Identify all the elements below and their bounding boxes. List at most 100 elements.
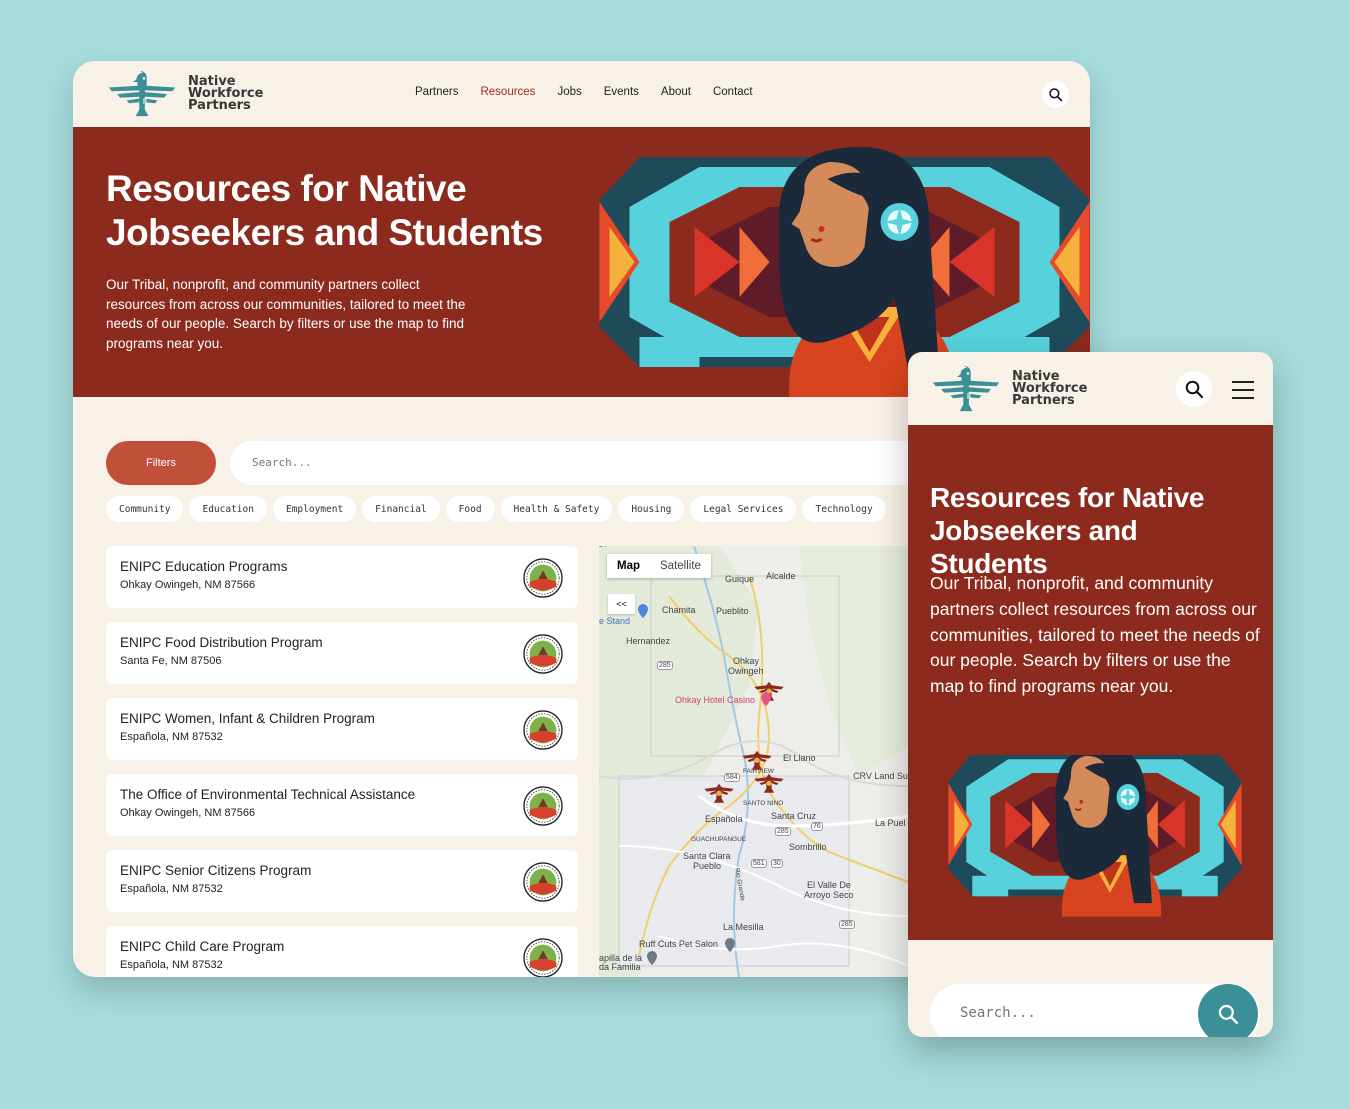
map-road-label: 285 — [775, 827, 791, 836]
map-poi-label: e Stand — [599, 616, 631, 626]
result-title: ENIPC Women, Infant & Children Program — [120, 711, 375, 726]
site-logo[interactable]: Native Workforce Partners — [106, 71, 263, 117]
results-list: ENIPC Education Programs Ohkay Owingeh, … — [106, 546, 578, 977]
chip-technology[interactable]: Technology — [802, 496, 886, 522]
map-marker-thunderbird-icon[interactable] — [751, 772, 787, 798]
nav-jobs[interactable]: Jobs — [557, 86, 581, 98]
organization-seal-icon — [523, 862, 563, 902]
hamburger-menu-icon[interactable] — [1232, 381, 1254, 405]
map-place-label: Santa Clara — [683, 851, 731, 861]
map-place-label: GUACHUPANGUE — [691, 836, 747, 843]
map-place-label: SANTO NINO — [743, 800, 784, 807]
resource-map[interactable]: Map Satellite << 84 Guique Alcalde Chami… — [599, 546, 909, 977]
filters-button[interactable]: Filters — [106, 441, 216, 485]
hero-description: Our Tribal, nonprofit, and community par… — [930, 573, 1260, 697]
map-pin-icon[interactable] — [761, 692, 771, 706]
map-road-label: 30 — [771, 859, 783, 868]
nav-events[interactable]: Events — [604, 86, 639, 98]
category-chips: Community Education Employment Financial… — [106, 496, 886, 522]
map-place-label: El Valle De — [807, 880, 851, 890]
chip-health-safety[interactable]: Health & Safety — [500, 496, 613, 522]
organization-seal-icon — [523, 710, 563, 750]
result-card[interactable]: ENIPC Women, Infant & Children Program E… — [106, 698, 578, 760]
logo-line: Partners — [188, 98, 251, 113]
site-logo[interactable]: Native Workforce Partners — [930, 366, 1087, 412]
mobile-hero-section: Resources for Native Jobseekers and Stud… — [908, 425, 1273, 940]
resource-search-input[interactable] — [252, 456, 752, 469]
result-card[interactable]: ENIPC Food Distribution Program Santa Fe… — [106, 622, 578, 684]
map-place-label: Guique — [725, 574, 755, 584]
map-pin-icon[interactable] — [647, 951, 657, 965]
result-title: ENIPC Food Distribution Program — [120, 635, 323, 650]
map-pin-icon[interactable] — [638, 604, 648, 618]
nav-partners[interactable]: Partners — [415, 86, 458, 98]
mobile-search-button[interactable] — [1176, 371, 1212, 407]
map-road-label: 76 — [811, 822, 823, 831]
map-type-tabs: Map Satellite — [607, 554, 711, 578]
mobile-window: Native Workforce Partners Resources for … — [908, 352, 1273, 1037]
result-card[interactable]: ENIPC Education Programs Ohkay Owingeh, … — [106, 546, 578, 608]
tab-map[interactable]: Map — [607, 554, 650, 578]
search-icon — [1048, 87, 1063, 102]
nav-resources[interactable]: Resources — [480, 86, 535, 98]
result-location: Española, NM 87532 — [120, 731, 223, 743]
map-road-label: 285 — [839, 920, 855, 929]
map-collapse-button[interactable]: << — [608, 594, 635, 614]
thunderbird-logo-icon — [106, 71, 180, 117]
mobile-header: Native Workforce Partners — [908, 352, 1273, 425]
map-place-label: Sombrillo — [789, 842, 827, 852]
map-pin-icon[interactable] — [725, 938, 735, 952]
hero-title: Resources for Native Jobseekers and Stud… — [930, 482, 1205, 579]
map-road-label: 84 — [599, 546, 607, 549]
map-place-label: La Puel — [875, 818, 906, 828]
chip-legal-services[interactable]: Legal Services — [690, 496, 797, 522]
map-place-label: Hernandez — [626, 636, 671, 646]
result-card[interactable]: ENIPC Senior Citizens Program Española, … — [106, 850, 578, 912]
header-search-button[interactable] — [1042, 81, 1069, 108]
mobile-search-input[interactable] — [960, 1005, 1180, 1021]
result-card[interactable]: The Office of Environmental Technical As… — [106, 774, 578, 836]
map-place-label: Arroyo Seco — [804, 890, 854, 900]
map-road-label: 285 — [657, 661, 673, 670]
result-title: ENIPC Senior Citizens Program — [120, 863, 312, 878]
result-title: The Office of Environmental Technical As… — [120, 787, 416, 802]
result-location: Española, NM 87532 — [120, 883, 223, 895]
hero-illustration — [930, 755, 1260, 940]
hero-description: Our Tribal, nonprofit, and community par… — [106, 277, 466, 351]
map-poi-label: Ruff Cuts Pet Salon — [639, 939, 718, 949]
result-title: ENIPC Child Care Program — [120, 939, 285, 954]
map-place-label: Alcalde — [766, 571, 796, 581]
map-place-label: El Llano — [783, 753, 816, 763]
result-title: ENIPC Education Programs — [120, 559, 288, 574]
result-location: Santa Fe, NM 87506 — [120, 655, 222, 667]
nav-contact[interactable]: Contact — [713, 86, 753, 98]
map-place-label: La Mesilla — [723, 922, 764, 932]
chip-financial[interactable]: Financial — [362, 496, 440, 522]
tab-satellite[interactable]: Satellite — [650, 554, 711, 578]
map-marker-thunderbird-icon[interactable] — [701, 782, 737, 808]
thunderbird-logo-icon — [930, 366, 1004, 412]
organization-seal-icon — [523, 786, 563, 826]
chip-food[interactable]: Food — [445, 496, 495, 522]
hero-title: Resources for Native Jobseekers and Stud… — [106, 168, 543, 253]
chip-housing[interactable]: Housing — [618, 496, 685, 522]
search-icon — [1184, 379, 1204, 399]
map-place-label: Chamita — [662, 605, 696, 615]
mobile-search-submit-button[interactable] — [1198, 984, 1258, 1037]
nav-about[interactable]: About — [661, 86, 691, 98]
chip-employment[interactable]: Employment — [272, 496, 357, 522]
result-card[interactable]: ENIPC Child Care Program Española, NM 87… — [106, 926, 578, 977]
organization-seal-icon — [523, 938, 563, 977]
map-place-label: CRV Land Su — [853, 771, 908, 781]
map-road-label: 584 — [724, 773, 740, 782]
chip-community[interactable]: Community — [106, 496, 184, 522]
result-location: Ohkay Owingeh, NM 87566 — [120, 579, 256, 591]
map-place-label: Pueblito — [716, 606, 749, 616]
map-place-label: Española — [705, 814, 743, 824]
chip-education[interactable]: Education — [189, 496, 267, 522]
map-place-label: Ohkay — [733, 656, 760, 666]
map-road-label: 581 — [751, 859, 767, 868]
logo-line: Partners — [1012, 393, 1075, 408]
logo-wordmark: Native Workforce Partners — [1012, 370, 1087, 408]
organization-seal-icon — [523, 558, 563, 598]
